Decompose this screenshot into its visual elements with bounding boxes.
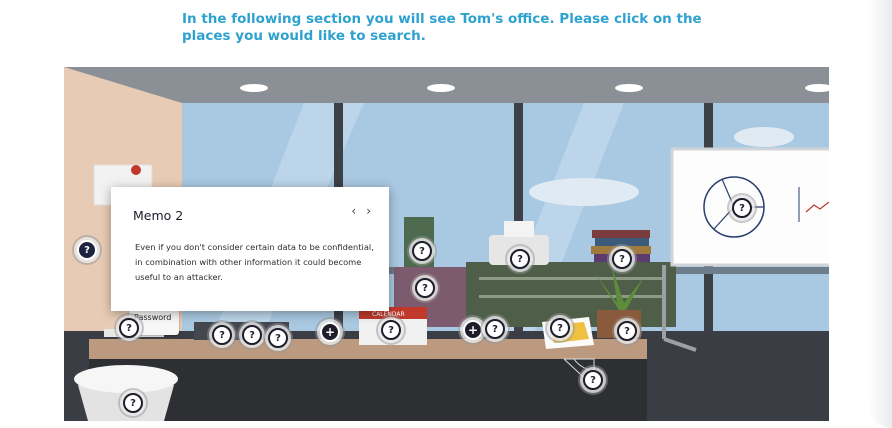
cloud bbox=[734, 127, 794, 147]
hotspot-books[interactable]: ? bbox=[612, 249, 632, 269]
sideboard-shelf bbox=[479, 295, 664, 298]
hotspot-wastebasket[interactable]: ? bbox=[123, 393, 143, 413]
hotspot-folder[interactable]: ? bbox=[550, 318, 570, 338]
calendar-label: CALENDAR bbox=[372, 311, 405, 318]
book bbox=[595, 238, 649, 246]
memo-prev-button[interactable]: ‹ bbox=[351, 204, 356, 218]
page-edge bbox=[868, 0, 892, 428]
hotspot-file-box[interactable]: ? bbox=[412, 241, 432, 261]
hotspot-cobweb[interactable]: ? bbox=[583, 370, 603, 390]
hotspot-keyboard[interactable]: ? bbox=[212, 325, 232, 345]
hotspot-calendar[interactable]: ? bbox=[381, 320, 401, 340]
hotspot-plant[interactable]: ? bbox=[617, 321, 637, 341]
memo-navigation: ‹ › bbox=[341, 204, 371, 218]
hotspot-printer[interactable]: ? bbox=[510, 249, 530, 269]
ceiling-light bbox=[427, 84, 455, 92]
instruction-text: In the following section you will see To… bbox=[182, 11, 702, 44]
hotspot-globe[interactable]: + bbox=[320, 322, 340, 342]
desk-front bbox=[89, 359, 647, 421]
memo-next-button[interactable]: › bbox=[366, 204, 371, 218]
hotspot-stapler[interactable]: ? bbox=[485, 319, 505, 339]
printer-paper bbox=[504, 221, 534, 237]
hotspot-notepad[interactable]: ? bbox=[119, 318, 139, 338]
memo-title: Memo 2 bbox=[133, 208, 184, 223]
hotspot-mouse[interactable]: ? bbox=[242, 325, 262, 345]
hotspot-desk-item[interactable]: ? bbox=[268, 328, 288, 348]
pin bbox=[131, 165, 141, 175]
cloud bbox=[529, 178, 639, 206]
memo-popup: Memo 2 ‹ › Even if you don't consider cer… bbox=[111, 187, 389, 311]
crumpled-paper bbox=[74, 365, 178, 393]
hotspot-whiteboard[interactable]: ? bbox=[732, 198, 752, 218]
hotspot-phone[interactable]: + bbox=[463, 320, 483, 340]
memo-body: Even if you don't consider certain data … bbox=[135, 242, 374, 282]
ceiling-light bbox=[615, 84, 643, 92]
ceiling-light bbox=[240, 84, 268, 92]
book bbox=[592, 230, 650, 238]
hotspot-sticky-note[interactable]: ? bbox=[77, 240, 97, 260]
sideboard bbox=[466, 262, 676, 327]
hotspot-cabinet[interactable]: ? bbox=[415, 278, 435, 298]
sideboard-shelf bbox=[479, 277, 664, 280]
